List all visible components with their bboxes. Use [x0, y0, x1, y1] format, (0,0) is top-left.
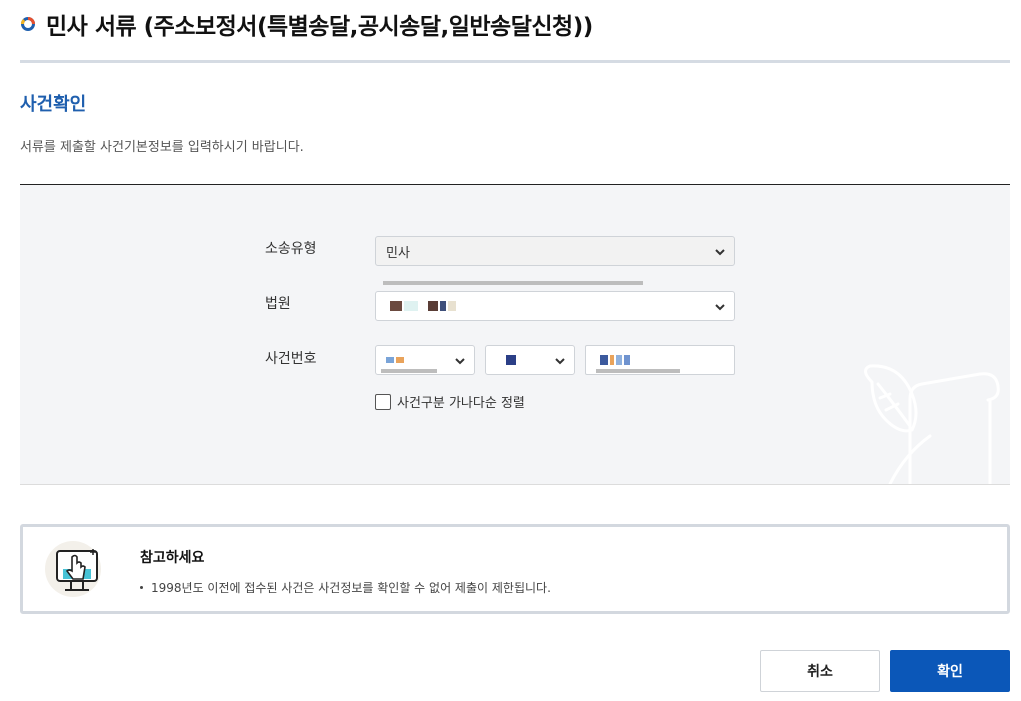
- title-divider: [20, 60, 1010, 63]
- document-feather-icon: [864, 364, 1000, 484]
- lawsuit-type-value: 민사: [386, 245, 410, 261]
- page-title: 민사 서류 (주소보정서(특별송달,공시송달,일반송달신청)): [46, 14, 593, 40]
- cancel-button[interactable]: 취소: [760, 650, 880, 692]
- case-serial-input[interactable]: [585, 345, 735, 375]
- chevron-down-icon: [555, 358, 565, 365]
- case-type-select[interactable]: [485, 345, 575, 375]
- court-select[interactable]: [375, 291, 735, 321]
- notice-item: 1998년도 이전에 접수된 사건은 사건정보를 확인할 수 없어 제출이 제한…: [140, 579, 551, 596]
- court-label: 법원: [265, 296, 291, 312]
- case-serial-redaction-bar: [596, 369, 680, 373]
- sort-checkbox[interactable]: [375, 393, 391, 410]
- sort-checkbox-row[interactable]: 사건구분 가나다순 정렬: [375, 392, 525, 411]
- case-year-redaction-bar: [381, 369, 437, 373]
- chevron-down-icon: [715, 249, 725, 256]
- case-type-value-redacted: [506, 355, 518, 365]
- case-year-value-redacted: [386, 357, 406, 363]
- case-serial-value-redacted: [600, 355, 632, 365]
- title-ring-icon: [20, 17, 35, 31]
- chevron-down-icon: [715, 304, 725, 311]
- case-number-label: 사건번호: [265, 351, 317, 367]
- page-header: 민사 서류 (주소보정서(특별송달,공시송달,일반송달신청)): [20, 4, 593, 44]
- section-description: 서류를 제출할 사건기본정보를 입력하시기 바랍니다.: [20, 140, 304, 155]
- confirm-button[interactable]: 확인: [890, 650, 1010, 692]
- section-title: 사건확인: [20, 94, 87, 115]
- lawsuit-type-label: 소송유형: [265, 241, 317, 257]
- notice-box: 참고하세요 1998년도 이전에 접수된 사건은 사건정보를 확인할 수 없어 …: [20, 524, 1010, 614]
- notice-title: 참고하세요: [140, 550, 205, 566]
- bullet-icon: [140, 586, 143, 589]
- case-form: 소송유형 민사 법원 사건번호 사건구분 가나다순 정렬: [20, 184, 1010, 485]
- chevron-down-icon: [455, 358, 465, 365]
- notice-item-text: 1998년도 이전에 접수된 사건은 사건정보를 확인할 수 없어 제출이 제한…: [151, 581, 551, 595]
- court-redaction-bar: [383, 281, 643, 285]
- court-value-redacted: [390, 301, 458, 311]
- lawsuit-type-select[interactable]: 민사: [375, 236, 735, 266]
- sort-checkbox-label: 사건구분 가나다순 정렬: [397, 396, 525, 411]
- touch-monitor-icon: [45, 541, 101, 597]
